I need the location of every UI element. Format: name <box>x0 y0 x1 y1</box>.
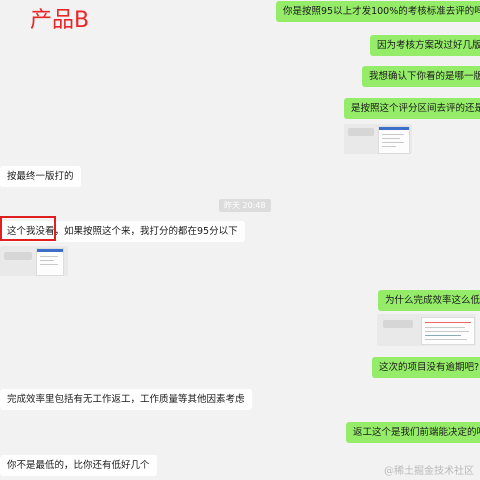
message-outgoing[interactable]: 是按照这个评分区间去评的还是 <box>344 98 480 119</box>
message-incoming[interactable]: 按最终一版打的 <box>0 166 81 187</box>
watermark: @稀土掘金技术社区 <box>384 466 474 477</box>
image-message[interactable] <box>0 246 68 276</box>
message-incoming[interactable]: 你不是最低的，比你还有低好几个 <box>0 455 157 476</box>
blurred-region <box>383 320 413 328</box>
document-thumbnail <box>421 317 475 345</box>
blurred-region <box>4 252 32 260</box>
document-thumbnail <box>378 126 410 154</box>
image-message[interactable] <box>344 124 412 154</box>
document-thumbnail <box>36 248 64 276</box>
message-outgoing[interactable]: 我想确认下你看的是哪一版 <box>362 66 480 87</box>
message-outgoing[interactable]: 这次的项目没有逾期吧? <box>372 357 480 378</box>
message-outgoing[interactable]: 返工这个是我们前端能决定的吗 <box>346 422 480 443</box>
message-outgoing[interactable]: 因为考核方案改过好几版 <box>370 35 480 56</box>
message-outgoing[interactable]: 为什么完成效率这么低 <box>378 290 480 311</box>
image-message[interactable] <box>377 314 476 346</box>
highlight-box <box>0 216 56 241</box>
timestamp: 昨天 20:48 <box>219 199 271 212</box>
message-incoming[interactable]: 完成效率里包括有无工作返工，工作质量等其他因素考虑 <box>0 389 252 410</box>
product-label: 产品B <box>30 8 90 33</box>
message-outgoing[interactable]: 你是按照95以上才发100%的考核标准去评的吗? <box>276 1 480 22</box>
blurred-region <box>348 128 374 136</box>
